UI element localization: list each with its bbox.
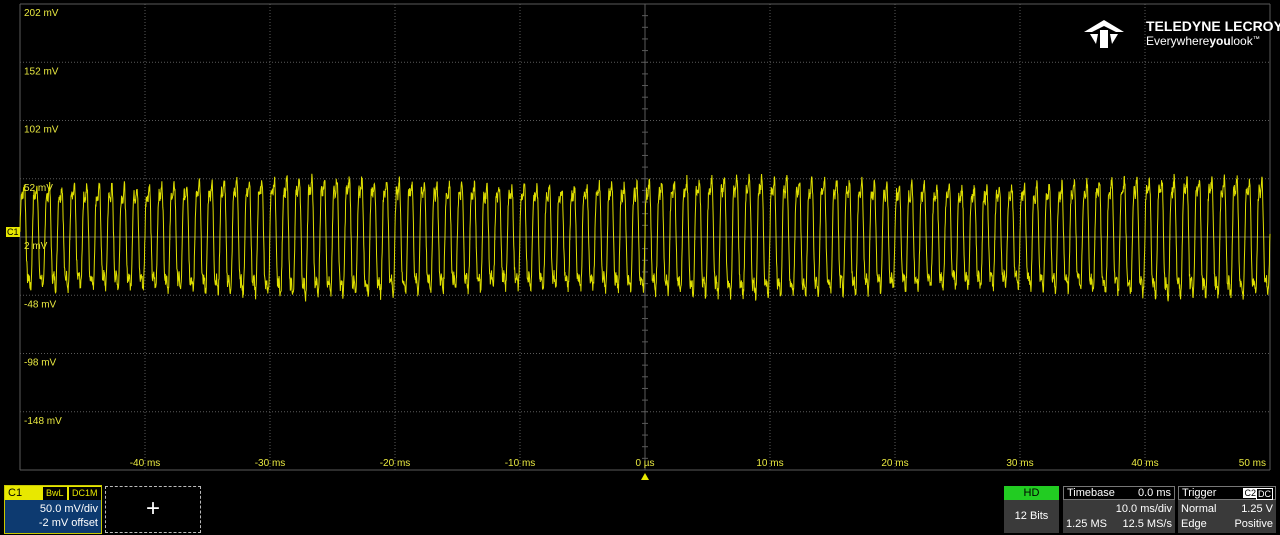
x-axis-label: -20 ms (380, 458, 411, 469)
x-axis-label: 40 ms (1131, 458, 1158, 469)
timebase-delay: 0.0 ms (1137, 487, 1171, 499)
y-axis-label: 202 mV (24, 8, 59, 19)
volts-per-div: 50.0 mV/div (39, 503, 98, 515)
x-axis-label: -10 ms (505, 458, 536, 469)
x-axis-label: -30 ms (255, 458, 286, 469)
y-axis-label: -48 mV (24, 299, 57, 310)
channel-name: C1 (8, 487, 23, 499)
y-axis-label: -148 mV (24, 416, 62, 427)
coupling-badge: DC1M (69, 487, 101, 500)
timebase-title: Timebase (1067, 487, 1115, 499)
trigger-mode: Normal (1181, 503, 1217, 515)
timebase-header: Timebase 0.0 ms (1063, 486, 1175, 500)
trigger-slope: Positive (1234, 518, 1273, 530)
time-per-div: 10.0 ms/div (1115, 503, 1172, 515)
sample-count: 1.25 MS (1066, 518, 1107, 530)
brand-name: TELEDYNE LECROY (1146, 18, 1280, 34)
channel-marker-c1[interactable]: C1 (6, 227, 20, 237)
x-axis-label: 20 ms (881, 458, 908, 469)
bandwidth-limit-badge: BwL (43, 487, 67, 500)
trigger-source-badge: C2 (1243, 488, 1257, 498)
timebase-descriptor[interactable]: Timebase 0.0 ms 10.0 ms/div 1.25 MS 12.5… (1063, 486, 1175, 533)
trigger-descriptor[interactable]: Trigger C2 DC Normal 1.25 V Edge Positiv… (1178, 486, 1276, 533)
trigger-level: 1.25 V (1241, 503, 1273, 515)
x-axis-label: 30 ms (1006, 458, 1033, 469)
oscilloscope-display: 202 mV152 mV102 mV52 mV2 mV-48 mV-98 mV-… (0, 0, 1280, 535)
channel-offset: -2 mV offset (38, 517, 98, 529)
y-axis-label: 102 mV (24, 125, 59, 136)
x-axis-label: -40 ms (130, 458, 161, 469)
sample-rate: 12.5 MS/s (1122, 518, 1172, 530)
hd-badge: HD (1004, 486, 1059, 500)
trigger-type: Edge (1181, 518, 1207, 530)
y-axis-label: 152 mV (24, 66, 59, 77)
channel-marker-label: C1 (7, 227, 19, 237)
trigger-title: Trigger (1182, 487, 1217, 499)
x-axis-label: 50 ms (1239, 458, 1266, 469)
bit-resolution: 12 Bits (1014, 510, 1049, 522)
x-axis-label: 0 µs (635, 458, 654, 469)
x-axis-label: 10 ms (756, 458, 783, 469)
channel-c1-descriptor[interactable]: C1 BwL DC1M 50.0 mV/div -2 mV offset (4, 485, 102, 534)
add-channel-button[interactable]: + (105, 486, 201, 533)
channel-header: C1 BwL DC1M (5, 486, 101, 500)
hd-mode-descriptor[interactable]: HD 12 Bits (1004, 486, 1059, 533)
brand-tagline: Everywhereyoulook™ (1146, 34, 1260, 48)
plus-icon: + (145, 495, 160, 522)
trigger-coupling-badge: DC (1256, 488, 1273, 500)
trigger-header: Trigger C2 DC (1178, 486, 1276, 500)
y-axis-label: -98 mV (24, 358, 57, 369)
